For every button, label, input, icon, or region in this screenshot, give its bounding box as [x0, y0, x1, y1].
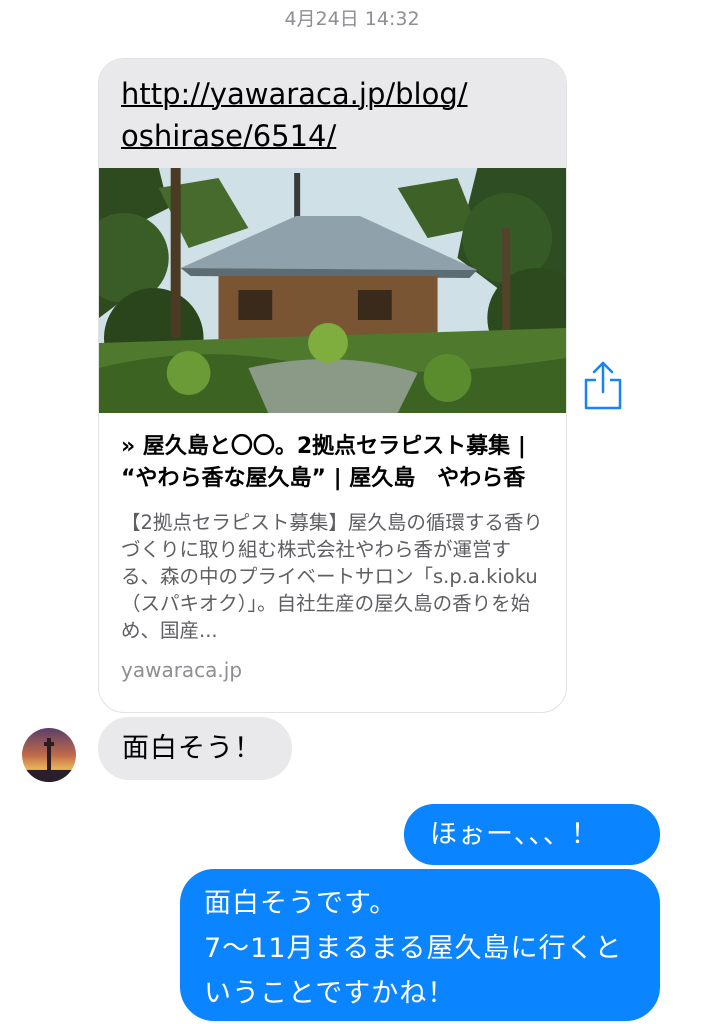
link-preview-card[interactable]: http://yawaraca.jp/blog/ oshirase/6514/ — [98, 58, 567, 713]
link-preview-body[interactable]: » 屋久島と〇〇。2拠点セラピスト募集 | “やわら香な屋久島” | 屋久島 や… — [99, 413, 566, 682]
link-description: 【2拠点セラピスト募集】屋久島の循環する香りづくりに取り組む株式会社やわら香が運… — [121, 511, 543, 642]
link-domain: yawaraca.jp — [121, 658, 243, 682]
outgoing-message-bubble[interactable]: 面白そうです。 7〜11月まるまる屋久島に行くと いうことですかね！ — [180, 869, 660, 1021]
outgoing-message-bubble[interactable]: ほぉー、、、！ — [404, 804, 660, 865]
avatar[interactable] — [22, 728, 76, 782]
message-line: いうことですかね！ — [204, 978, 456, 1009]
link-url-line1[interactable]: http://yawaraca.jp/blog/ — [121, 77, 468, 111]
wooden-cabin-in-forest-image[interactable] — [99, 168, 566, 413]
messenger-conversation: 4月24日 14:32 http://yawaraca.jp/blog/ osh… — [0, 0, 704, 1024]
message-timestamp: 4月24日 14:32 — [284, 8, 420, 30]
message-line: 7〜11月まるまる屋久島に行くと — [204, 933, 623, 964]
link-title: » 屋久島と〇〇。2拠点セラピスト募集 | “やわら香な屋久島” | 屋久島 や… — [121, 434, 526, 491]
message-line: 面白そうです。 — [204, 888, 398, 919]
incoming-message-bubble[interactable]: 面白そう！ — [98, 717, 292, 780]
link-url[interactable]: http://yawaraca.jp/blog/ oshirase/6514/ — [99, 59, 566, 168]
share-icon[interactable] — [582, 360, 624, 412]
link-url-line2[interactable]: oshirase/6514/ — [121, 119, 336, 153]
